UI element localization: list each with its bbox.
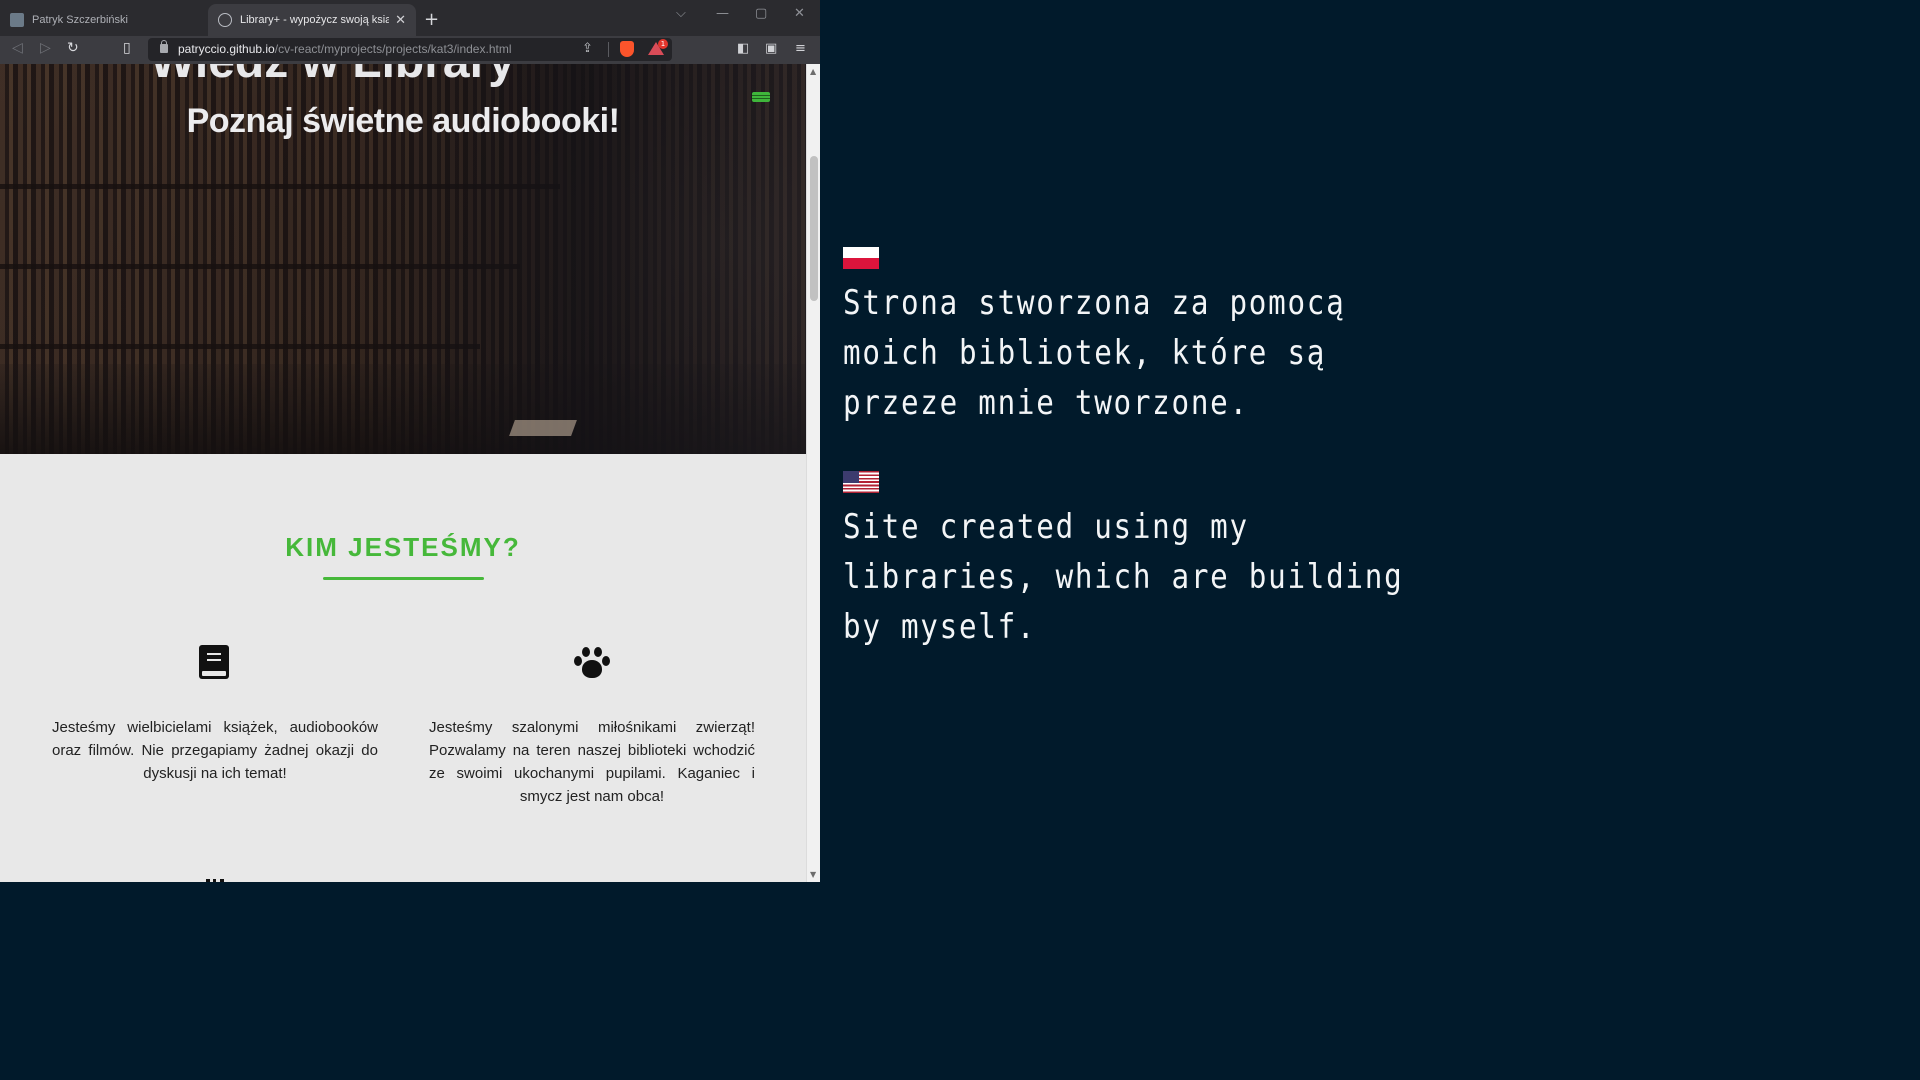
- menu-icon[interactable]: ≡: [795, 41, 806, 56]
- scrollbar-thumb[interactable]: [810, 156, 818, 301]
- usa-flag-icon: [843, 471, 879, 493]
- rewards-badge: 1: [658, 39, 668, 49]
- tab-library[interactable]: Library+ - wypożycz swoją książk ✕: [208, 4, 416, 36]
- hero-section: Wiedz w Library Poznaj świetne audiobook…: [0, 64, 806, 454]
- tab-bar: Patryk Szczerbiński Library+ - wypożycz …: [0, 0, 820, 36]
- scroll-down-icon[interactable]: ▼: [810, 870, 816, 879]
- maximize-icon[interactable]: ▢: [755, 6, 767, 21]
- url-host: patryccio.github.io: [178, 42, 275, 56]
- close-tab-icon[interactable]: ✕: [395, 12, 406, 28]
- hero-subtitle: Poznaj świetne audiobooki!: [186, 102, 620, 140]
- url-text[interactable]: patryccio.github.io/cv-react/myprojects/…: [178, 42, 511, 56]
- caption-polish: Strona stworzona za pomocą moich bibliot…: [843, 283, 1346, 423]
- caption-panel: Strona stworzona za pomocą moich bibliot…: [820, 0, 1568, 882]
- book-icon: [199, 645, 229, 679]
- page-scrollbar[interactable]: ▲ ▼: [806, 64, 820, 882]
- about-section: KIM JESTEŚMY? Jesteśmy wielbicielami ksi…: [0, 454, 806, 882]
- feature-text-books: Jesteśmy wielbicielami książek, audioboo…: [52, 719, 378, 782]
- scroll-up-icon[interactable]: ▲: [810, 67, 816, 76]
- tab-title: Patryk Szczerbiński: [32, 14, 128, 26]
- next-feature-icon: [206, 879, 224, 882]
- hero-paper: [509, 420, 577, 436]
- browser-toolbar: ◁ ▷ ↻ ▯ patryccio.github.io/cv-react/myp…: [0, 36, 820, 64]
- feature-text-animals: Jesteśmy szalonymi miłośnikami zwierząt!…: [429, 719, 755, 805]
- close-window-icon[interactable]: ✕: [794, 6, 805, 21]
- globe-icon: [218, 13, 232, 27]
- browser-window: Patryk Szczerbiński Library+ - wypożycz …: [0, 0, 820, 882]
- new-tab-icon[interactable]: +: [424, 9, 439, 30]
- hamburger-menu-icon[interactable]: [752, 92, 770, 102]
- forward-icon[interactable]: ▷: [40, 40, 51, 56]
- bookmark-icon[interactable]: ▯: [123, 40, 131, 56]
- title-underline: [323, 577, 484, 580]
- share-icon[interactable]: ⇪: [582, 41, 593, 56]
- caption-english: Site created using my libraries, which a…: [843, 507, 1404, 647]
- sidebar-icon[interactable]: ◧: [737, 41, 749, 56]
- paw-icon: [574, 646, 610, 680]
- lock-icon: [160, 40, 168, 53]
- brave-shields-icon[interactable]: [620, 41, 634, 57]
- address-bar[interactable]: patryccio.github.io/cv-react/myprojects/…: [148, 38, 672, 61]
- poland-flag-icon: [843, 247, 879, 269]
- back-icon[interactable]: ◁: [12, 40, 23, 56]
- hero-title: Wiedz w Library: [150, 64, 515, 89]
- tab-favicon-icon: [10, 13, 24, 27]
- tab-title: Library+ - wypożycz swoją książk: [240, 14, 390, 26]
- wallet-icon[interactable]: ▣: [765, 41, 777, 56]
- reload-icon[interactable]: ↻: [67, 40, 79, 56]
- page-viewport: Wiedz w Library Poznaj świetne audiobook…: [0, 64, 806, 882]
- minimize-icon[interactable]: —: [716, 6, 729, 21]
- url-path: /cv-react/myprojects/projects/kat3/index…: [274, 42, 512, 56]
- about-title: KIM JESTEŚMY?: [285, 532, 521, 562]
- divider: [608, 42, 609, 57]
- tab-search-chevron-icon[interactable]: ⌵: [676, 6, 686, 21]
- tab-profile[interactable]: Patryk Szczerbiński: [0, 4, 206, 36]
